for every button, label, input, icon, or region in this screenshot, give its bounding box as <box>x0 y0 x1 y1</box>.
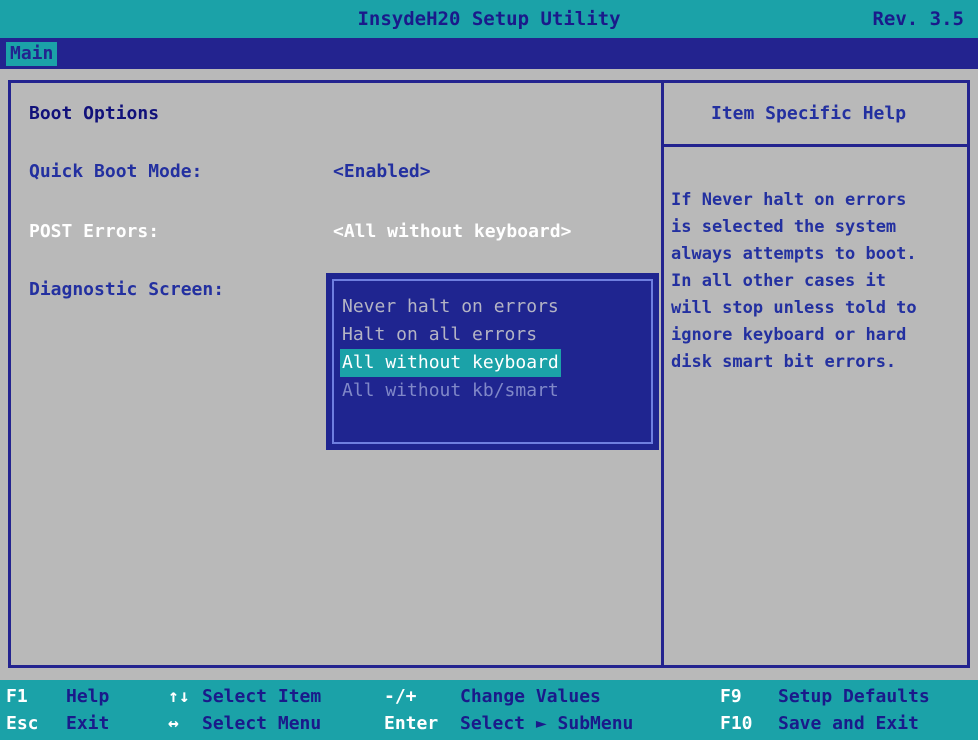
help-text: If Never halt on errors is selected the … <box>671 190 917 372</box>
title-bar: InsydeH20 Setup Utility Rev. 3.5 <box>0 0 978 38</box>
key-left-right: ↔ <box>168 713 179 734</box>
main-frame: Boot Options Quick Boot Mode: <Enabled> … <box>8 80 970 668</box>
key-minus-plus: -/+ <box>384 686 417 707</box>
key-esc-desc: Exit <box>66 713 110 734</box>
option-label-diagnostic-screen[interactable]: Diagnostic Screen: <box>29 279 224 300</box>
key-up-down: ↑↓ <box>168 686 190 707</box>
key-minus-plus-desc: Change Values <box>460 686 601 707</box>
vertical-divider <box>661 83 664 665</box>
help-separator <box>664 144 970 147</box>
key-f10-desc: Save and Exit <box>778 713 919 734</box>
key-f1-desc: Help <box>66 686 110 707</box>
option-value-quick-boot-mode[interactable]: <Enabled> <box>333 161 431 182</box>
key-help-bar: F1 Help ↑↓ Select Item -/+ Change Values… <box>0 680 978 740</box>
key-left-right-desc: Select Menu <box>202 713 322 734</box>
popup-list: Never halt on errors Halt on all errors … <box>340 293 561 405</box>
app-title: InsydeH20 Setup Utility <box>357 8 621 30</box>
option-value-post-errors[interactable]: <All without keyboard> <box>333 221 571 242</box>
key-f9-desc: Setup Defaults <box>778 686 930 707</box>
bios-screen: InsydeH20 Setup Utility Rev. 3.5 Main Bo… <box>0 0 978 740</box>
tab-main[interactable]: Main <box>6 42 58 66</box>
popup-item-all-without-kb-smart[interactable]: All without kb/smart <box>340 377 561 405</box>
option-label-post-errors[interactable]: POST Errors: <box>29 221 159 242</box>
key-f10: F10 <box>720 713 753 734</box>
option-label-quick-boot-mode[interactable]: Quick Boot Mode: <box>29 161 202 182</box>
revision-label: Rev. 3.5 <box>872 8 964 30</box>
key-up-down-desc: Select Item <box>202 686 322 707</box>
key-enter: Enter <box>384 713 439 734</box>
key-esc: Esc <box>6 713 39 734</box>
key-enter-desc: Select ► SubMenu <box>460 713 634 734</box>
help-title: Item Specific Help <box>711 103 907 124</box>
menu-bar: Main <box>0 38 978 69</box>
popup-item-never-halt[interactable]: Never halt on errors <box>340 293 561 321</box>
options-popup: Never halt on errors Halt on all errors … <box>326 273 659 450</box>
popup-item-all-without-keyboard[interactable]: All without keyboard <box>340 349 561 377</box>
popup-item-halt-all[interactable]: Halt on all errors <box>340 321 561 349</box>
section-title: Boot Options <box>29 103 160 124</box>
key-f9: F9 <box>720 686 742 707</box>
key-f1: F1 <box>6 686 28 707</box>
